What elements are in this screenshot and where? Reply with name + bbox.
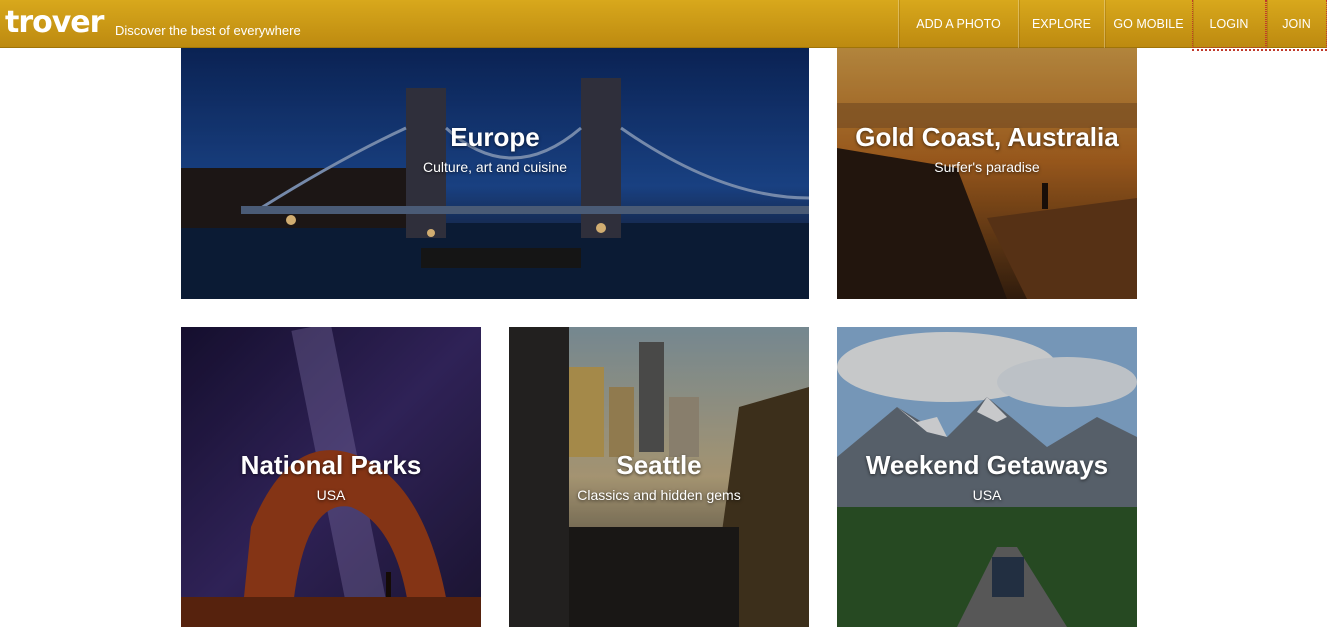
tile-title: Europe <box>450 122 540 152</box>
tile-subtitle: Surfer's paradise <box>934 159 1040 175</box>
tile-europe[interactable]: Europe Culture, art and cuisine <box>181 48 809 299</box>
main-nav: ADD A PHOTO EXPLORE GO MOBILE LOGIN JOIN <box>898 0 1327 48</box>
nav-join[interactable]: JOIN <box>1266 0 1327 48</box>
tile-title: Seattle <box>616 450 702 480</box>
top-header-bar: trover Discover the best of everywhere A… <box>0 0 1327 48</box>
tile-title: National Parks <box>240 450 422 480</box>
tile-subtitle: Classics and hidden gems <box>577 487 741 503</box>
tile-title: Gold Coast, Australia <box>855 122 1119 152</box>
nav-add-photo[interactable]: ADD A PHOTO <box>898 0 1018 48</box>
tile-national-parks[interactable]: National Parks USA <box>181 327 481 627</box>
nav-go-mobile[interactable]: GO MOBILE <box>1104 0 1192 48</box>
nav-login[interactable]: LOGIN <box>1192 0 1266 48</box>
tagline: Discover the best of everywhere <box>115 23 301 38</box>
tile-seattle[interactable]: Seattle Classics and hidden gems <box>509 327 809 627</box>
nav-explore[interactable]: EXPLORE <box>1018 0 1104 48</box>
tile-subtitle: Culture, art and cuisine <box>423 159 567 175</box>
tile-subtitle: USA <box>316 487 346 503</box>
trover-logo[interactable]: trover <box>5 5 104 41</box>
tile-gold-coast[interactable]: Gold Coast, Australia Surfer's paradise <box>837 48 1137 299</box>
focus-outline <box>1192 49 1327 51</box>
tile-subtitle: USA <box>972 487 1002 503</box>
tile-title: Weekend Getaways <box>865 450 1109 480</box>
tile-weekend-getaways[interactable]: Weekend Getaways USA <box>837 327 1137 627</box>
